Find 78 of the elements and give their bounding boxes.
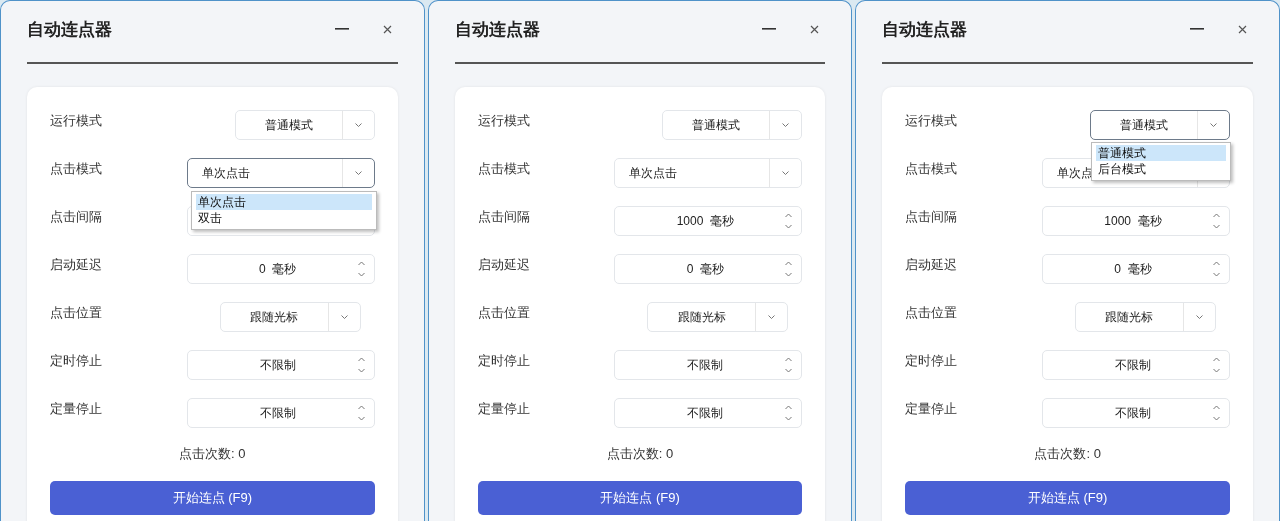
spin-arrows-icon — [785, 405, 793, 421]
spin-arrows-icon — [357, 261, 365, 277]
window-title: 自动连点器 — [27, 18, 113, 41]
dropdown-option[interactable]: 单次点击 — [195, 194, 372, 210]
number-field[interactable]: 不限制 — [614, 350, 803, 380]
field-label: 定时停止 — [905, 352, 959, 370]
number-field[interactable]: 不限制 — [614, 398, 803, 428]
dropdown-field[interactable]: 单次点击 — [614, 158, 803, 188]
dropdown-field[interactable]: 跟随光标 — [647, 302, 789, 332]
field-label: 点击模式 — [905, 160, 959, 178]
field-label: 定量停止 — [905, 400, 959, 418]
number-field[interactable]: 0 毫秒 — [614, 254, 803, 284]
field-label: 点击位置 — [50, 304, 103, 322]
dropdown-option[interactable]: 双击 — [195, 210, 372, 226]
number-field[interactable]: 不限制 — [1042, 350, 1230, 380]
number-field[interactable]: 1000 毫秒 — [1042, 206, 1230, 236]
chevron-down-icon — [340, 315, 348, 319]
field-label: 点击模式 — [477, 160, 531, 178]
field-label: 启动延迟 — [50, 256, 103, 274]
dropdown-field[interactable]: 普通模式 — [1090, 110, 1230, 140]
start-button[interactable]: 开始连点 (F9) — [50, 481, 375, 515]
minimize-icon — [334, 27, 349, 31]
spin-arrows-icon — [1213, 357, 1220, 373]
close-icon — [810, 24, 820, 34]
dropdown-option[interactable]: 后台模式 — [1096, 161, 1226, 177]
dropdown-field[interactable]: 单次点击 — [186, 158, 375, 188]
field-label: 点击间隔 — [50, 208, 103, 226]
chevron-down-icon — [1210, 123, 1217, 127]
field-label: 运行模式 — [477, 112, 531, 130]
dropdown-field[interactable]: 普通模式 — [662, 110, 803, 140]
field-label: 启动延迟 — [905, 256, 959, 274]
field-label: 定量停止 — [477, 400, 531, 418]
start-button[interactable]: 开始连点 (F9) — [905, 481, 1230, 515]
spin-arrows-icon — [785, 213, 793, 229]
dropdown-option[interactable]: 普通模式 — [1096, 145, 1226, 161]
spin-arrows-icon — [357, 405, 365, 421]
field-label: 启动延迟 — [477, 256, 531, 274]
field-label: 定时停止 — [50, 352, 103, 370]
number-field[interactable]: 0 毫秒 — [186, 254, 375, 284]
field-label: 点击位置 — [905, 304, 959, 322]
field-label: 定量停止 — [50, 400, 103, 418]
chevron-down-icon — [782, 123, 790, 127]
chevron-down-icon — [354, 123, 362, 127]
close-icon — [1238, 24, 1247, 34]
click-count: 点击次数: 0 — [605, 445, 675, 463]
field-label: 点击间隔 — [905, 208, 959, 226]
dropdown-field[interactable]: 跟随光标 — [1075, 302, 1216, 332]
field-label: 点击位置 — [477, 304, 531, 322]
spin-arrows-icon — [785, 357, 793, 373]
field-label: 定时停止 — [477, 352, 531, 370]
chevron-down-icon — [354, 171, 362, 175]
dropdown-field[interactable]: 普通模式 — [234, 110, 375, 140]
number-field[interactable]: 不限制 — [186, 350, 375, 380]
dropdown-field[interactable]: 跟随光标 — [219, 302, 361, 332]
click-count: 点击次数: 0 — [1033, 445, 1102, 463]
field-label: 运行模式 — [50, 112, 103, 130]
number-field[interactable]: 不限制 — [186, 398, 375, 428]
number-field[interactable]: 0 毫秒 — [1042, 254, 1230, 284]
spin-arrows-icon — [357, 357, 365, 373]
field-label: 运行模式 — [905, 112, 959, 130]
field-label: 点击模式 — [50, 160, 103, 178]
number-field[interactable]: 1000 毫秒 — [614, 206, 803, 236]
close-icon — [382, 24, 392, 34]
field-label: 点击间隔 — [477, 208, 531, 226]
minimize-icon — [1190, 27, 1204, 31]
window-title: 自动连点器 — [882, 18, 969, 41]
minimize-icon — [762, 27, 777, 31]
chevron-down-icon — [1196, 315, 1203, 319]
spin-arrows-icon — [1213, 405, 1220, 421]
click-count: 点击次数: 0 — [178, 445, 247, 463]
spin-arrows-icon — [1213, 213, 1220, 229]
window-title: 自动连点器 — [454, 18, 541, 41]
number-field[interactable]: 不限制 — [1042, 398, 1230, 428]
start-button[interactable]: 开始连点 (F9) — [477, 481, 803, 515]
chevron-down-icon — [782, 171, 790, 175]
spin-arrows-icon — [785, 261, 793, 277]
chevron-down-icon — [768, 315, 776, 319]
spin-arrows-icon — [1213, 261, 1220, 277]
